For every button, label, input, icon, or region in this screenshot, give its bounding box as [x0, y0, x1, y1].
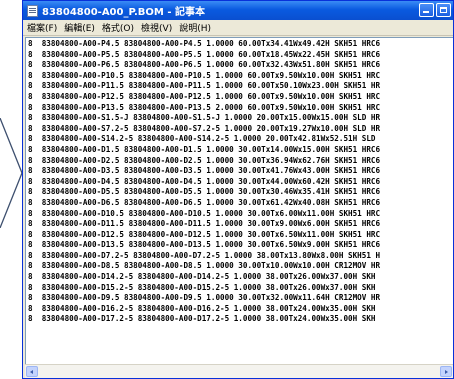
menu-file[interactable]: 檔案(F)	[27, 21, 57, 34]
scroll-left-icon[interactable]	[26, 366, 38, 377]
text-line: 8 83804800-A00-S1.5-J 83804800-A00-S1.5-…	[28, 113, 381, 123]
text-line: 8 83804800-A00-P10.5 83804800-A00-P10.5 …	[28, 70, 381, 80]
text-line: 8 83804800-A00-P12.5 83804800-A00-P12.5 …	[28, 91, 381, 101]
text-line: 8 83804800-A00-D7.2-5 83804800-A00-D7.2-…	[28, 250, 381, 260]
window-controls	[419, 3, 451, 17]
text-line: 8 83804800-A00-P4.5 83804800-A00-P4.5 1.…	[28, 39, 381, 48]
text-line: 8 83804800-A00-S7.2-5 83804800-A00-S7.2-…	[28, 123, 381, 133]
scroll-right-icon[interactable]	[440, 366, 452, 377]
horizontal-scrollbar[interactable]	[25, 364, 453, 378]
text-line: 8 83804800-A00-D16.2-5 83804800-A00-D16.…	[28, 303, 376, 313]
text-line: 8 83804800-A00-D2.5 83804800-A00-D2.5 1.…	[28, 155, 381, 165]
text-line: 8 83804800-A00-D3.5 83804800-A00-D3.5 1.…	[28, 166, 381, 176]
text-line: 8 83804800-A00-P5.5 83804800-A00-P5.5 1.…	[28, 49, 381, 59]
notepad-icon	[27, 4, 38, 17]
maximize-button[interactable]	[436, 3, 451, 17]
minimize-button[interactable]	[419, 3, 434, 17]
menu-view[interactable]: 檢視(V)	[141, 21, 172, 34]
text-line: 8 83804800-A00-D13.5 83804800-A00-D13.5 …	[28, 240, 381, 250]
text-line: 8 83804800-A00-P13.5 83804800-A00-P13.5 …	[28, 102, 381, 112]
text-line: 8 83804800-A00-D10.5 83804800-A00-D10.5 …	[28, 208, 381, 218]
text-line: 8 83804800-A00-D1.5 83804800-A00-D1.5 1.…	[28, 144, 381, 154]
text-line: 8 83804800-A00-D8.5 83804800-A00-D8.5 1.…	[28, 261, 381, 271]
menu-bar: 檔案(F) 編輯(E) 格式(O) 檢視(V) 說明(H)	[23, 20, 453, 36]
text-line: 8 83804800-A00-D14.2-5 83804800-A00-D14.…	[28, 272, 376, 282]
window-title: 83804800-A00_P.BOM - 記事本	[42, 7, 205, 18]
text-line: 8 83804800-A00-P6.5 83804800-A00-P6.5 1.…	[28, 60, 381, 70]
text-editor-area[interactable]: 8 83804800-A00-P4.5 83804800-A00-P4.5 1.…	[25, 37, 453, 365]
text-line: 8 83804800-A00-D6.5 83804800-A00-D6.5 1.…	[28, 197, 381, 207]
text-line: 8 83804800-A00-S14.2-5 83804800-A00-S14.…	[28, 134, 376, 144]
text-line: 8 83804800-A00-P11.5 83804800-A00-P11.5 …	[28, 81, 381, 91]
text-line: 8 83804800-A00-D9.5 83804800-A00-D9.5 1.…	[28, 293, 381, 303]
menu-format[interactable]: 格式(O)	[102, 21, 134, 34]
menu-help[interactable]: 說明(H)	[179, 21, 211, 34]
text-content: 8 83804800-A00-P4.5 83804800-A00-P4.5 1.…	[26, 38, 453, 325]
text-line: 8 83804800-A00-D17.2-5 83804800-A00-D17.…	[28, 314, 376, 324]
text-line: 8 83804800-A00-D4.5 83804800-A00-D4.5 1.…	[28, 176, 381, 186]
text-line: 8 83804800-A00-D12.5 83804800-A00-D12.5 …	[28, 229, 381, 239]
text-line: 8 83804800-A00-D15.2-5 83804800-A00-D15.…	[28, 282, 376, 292]
text-line: 8 83804800-A00-D5.5 83804800-A00-D5.5 1.…	[28, 187, 381, 197]
text-line: 8 83804800-A00-D11.5 83804800-A00-D11.5 …	[28, 219, 381, 229]
notepad-window: 83804800-A00_P.BOM - 記事本 檔案(F) 編輯(E) 格式(…	[22, 0, 454, 379]
title-bar[interactable]: 83804800-A00_P.BOM - 記事本	[23, 1, 453, 20]
menu-edit[interactable]: 編輯(E)	[64, 21, 95, 34]
